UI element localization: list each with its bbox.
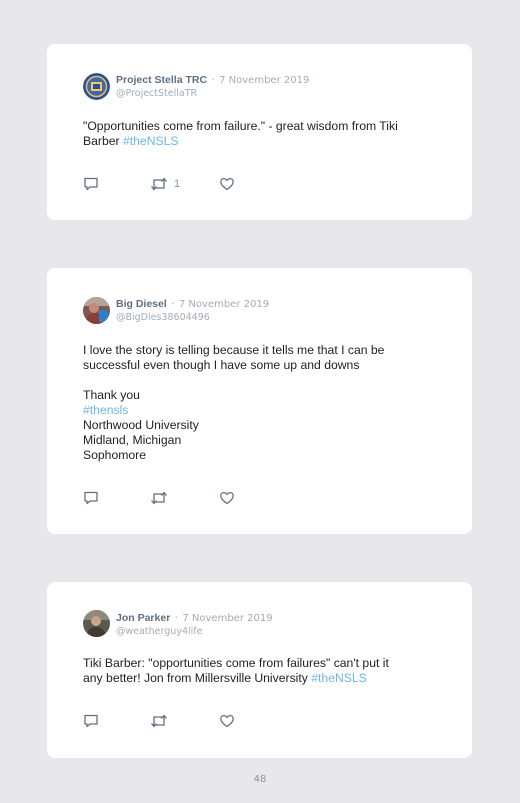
hashtag-link[interactable]: #theNSLS: [123, 134, 179, 148]
tweet-date[interactable]: 7 November 2019: [182, 613, 272, 624]
reply-button[interactable]: [83, 713, 99, 729]
tweet-header: Big Diesel · 7 November 2019 @BigDies386…: [116, 297, 452, 324]
tweet-card-1: Project Stella TRC · 7 November 2019 @Pr…: [47, 44, 472, 220]
retweet-button[interactable]: [150, 490, 174, 506]
tweet-actions: [83, 490, 283, 506]
tweet-line: Midland, Michigan: [83, 433, 182, 447]
tweet-line-text: Tiki Barber: "opportunities come from fa…: [83, 656, 389, 670]
tweet-line: Sophomore: [83, 448, 147, 462]
seal-logo-icon: [83, 73, 110, 100]
separator: ·: [211, 75, 215, 86]
reply-button[interactable]: [83, 176, 99, 192]
avatar[interactable]: [83, 610, 110, 637]
tweet-line-text: Barber: [83, 134, 123, 148]
tweet-line-text: "Opportunities come from failure." - gre…: [83, 119, 398, 133]
tweet-header: Project Stella TRC · 7 November 2019 @Pr…: [116, 73, 452, 100]
tweet-actions: 1: [83, 176, 283, 192]
tweet-line: successful even though I have some up an…: [83, 358, 360, 372]
reply-icon: [84, 177, 98, 191]
tweet-card-2: Big Diesel · 7 November 2019 @BigDies386…: [47, 268, 472, 534]
tweet-text: I love the story is telling because it t…: [83, 343, 442, 463]
hashtag-link[interactable]: #theNSLS: [311, 671, 367, 685]
author-handle[interactable]: @weatherguy4life: [116, 626, 452, 638]
tweet-text: Tiki Barber: "opportunities come from fa…: [83, 656, 442, 686]
tweet-line-text: any better! Jon from Millersville Univer…: [83, 671, 312, 685]
author-name[interactable]: Big Diesel: [116, 298, 167, 310]
reply-icon: [84, 491, 98, 505]
separator: ·: [174, 613, 178, 624]
tweet-line: "Opportunities come from failure." - gre…: [83, 119, 442, 134]
tweet-line: [83, 373, 442, 388]
tweet-line: I love the story is telling because it t…: [83, 343, 385, 357]
tweet-actions: [83, 713, 283, 729]
tweet-line: Barber #theNSLS: [83, 134, 442, 149]
person-photo-icon: [83, 610, 110, 637]
tweet-line: Tiki Barber: "opportunities come from fa…: [83, 656, 442, 671]
hashtag-link[interactable]: #thensls: [83, 403, 128, 417]
like-button[interactable]: [219, 490, 235, 506]
tweet-line: Northwood University: [83, 418, 199, 432]
heart-icon: [220, 714, 234, 728]
author-handle[interactable]: @BigDies38604496: [116, 312, 452, 324]
reply-button[interactable]: [83, 490, 99, 506]
avatar[interactable]: [83, 297, 110, 324]
retweet-button[interactable]: [150, 713, 174, 729]
retweet-icon: [151, 177, 167, 191]
author-name[interactable]: Jon Parker: [116, 612, 170, 624]
page-number: 48: [253, 774, 267, 785]
like-button[interactable]: [219, 713, 235, 729]
tweet-line: Thank you: [83, 388, 140, 402]
author-name[interactable]: Project Stella TRC: [116, 74, 207, 86]
reply-icon: [84, 714, 98, 728]
tweet-line: any better! Jon from Millersville Univer…: [83, 671, 442, 686]
tweet-header: Jon Parker · 7 November 2019 @weatherguy…: [116, 611, 452, 638]
author-handle[interactable]: @ProjectStellaTR: [116, 88, 452, 100]
retweet-icon: [151, 491, 167, 505]
tweet-date[interactable]: 7 November 2019: [179, 299, 269, 310]
retweet-count: 1: [174, 178, 181, 190]
tweet-date[interactable]: 7 November 2019: [219, 75, 309, 86]
person-photo-icon: [83, 297, 110, 324]
tweet-card-3: Jon Parker · 7 November 2019 @weatherguy…: [47, 582, 472, 758]
separator: ·: [171, 299, 175, 310]
avatar[interactable]: [83, 73, 110, 100]
heart-icon: [220, 177, 234, 191]
retweet-button[interactable]: 1: [150, 176, 180, 192]
like-button[interactable]: [219, 176, 235, 192]
tweet-line: #thensls: [83, 403, 442, 418]
heart-icon: [220, 491, 234, 505]
tweet-text: "Opportunities come from failure." - gre…: [83, 119, 442, 149]
retweet-icon: [151, 714, 167, 728]
